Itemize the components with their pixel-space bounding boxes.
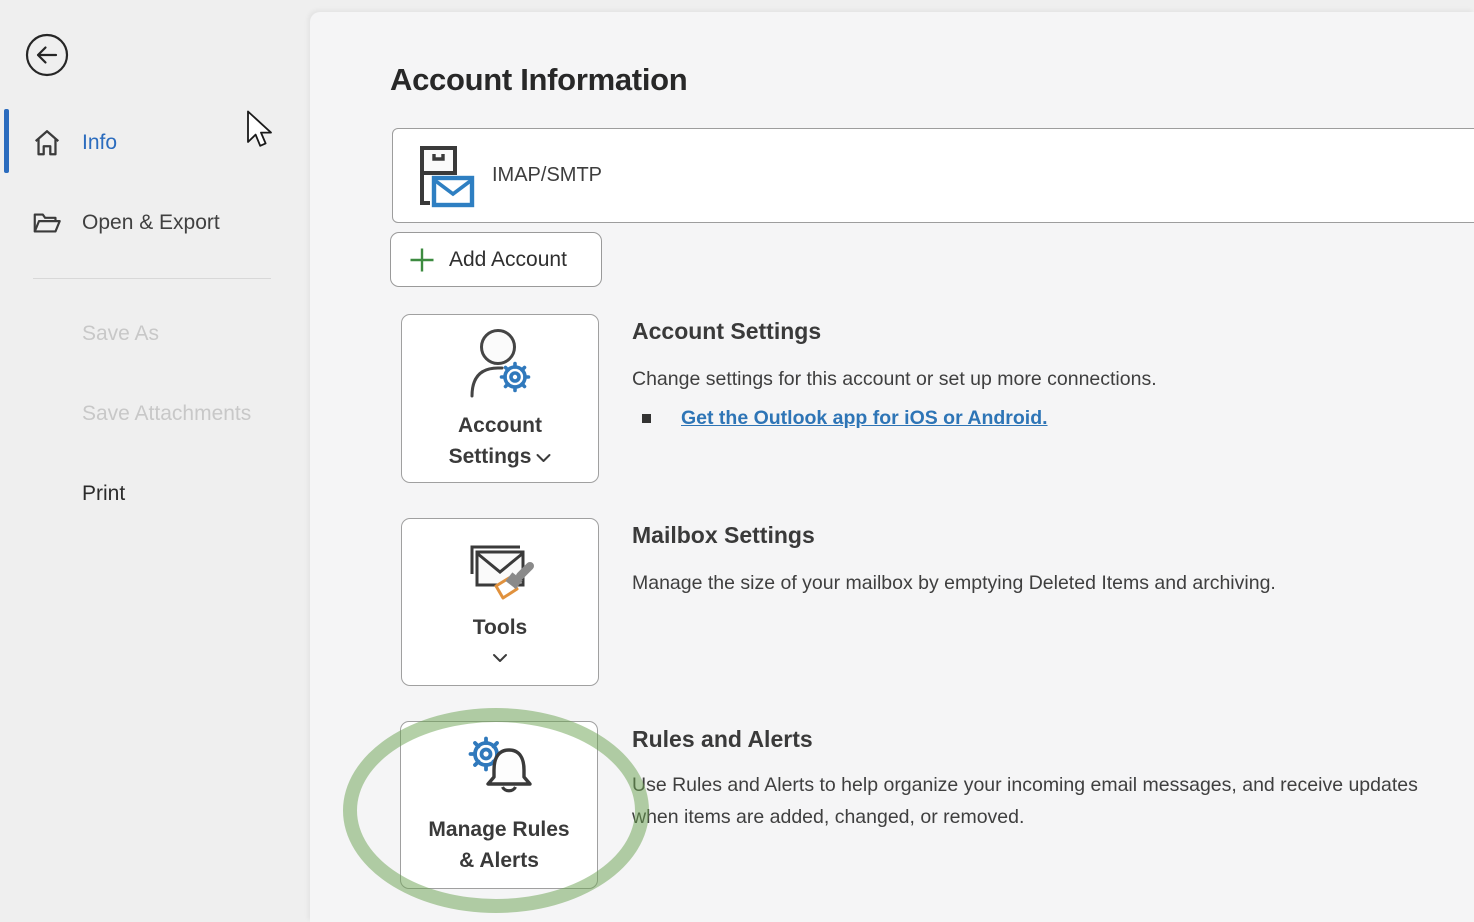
back-button[interactable] [25, 33, 69, 77]
backstage-sidebar: Info Open & Export Save As Save Attachme… [0, 0, 310, 922]
add-account-button[interactable]: Add Account [390, 232, 602, 287]
sidebar-item-save-as: Save As [82, 322, 159, 346]
section-heading: Account Settings [632, 318, 821, 345]
outlook-backstage: Info Open & Export Save As Save Attachme… [0, 0, 1474, 922]
plus-icon [407, 245, 437, 275]
chevron-down-icon [536, 453, 551, 463]
account-settings-button[interactable]: Account Settings [401, 314, 599, 483]
sidebar-divider [33, 278, 271, 279]
chevron-down-icon [492, 653, 508, 663]
sidebar-item-label: Info [82, 131, 117, 155]
account-type-label: IMAP/SMTP [492, 164, 602, 187]
sidebar-item-print[interactable]: Print [82, 482, 125, 506]
gear-bell-icon [453, 734, 545, 808]
sidebar-item-info[interactable]: Info [0, 108, 310, 178]
section-heading: Mailbox Settings [632, 522, 815, 549]
sidebar-item-save-attachments: Save Attachments [82, 402, 251, 426]
section-heading: Rules and Alerts [632, 726, 813, 753]
link-row: Get the Outlook app for iOS or Android. [642, 407, 1048, 430]
open-folder-icon [31, 207, 63, 239]
section-body: Manage the size of your mailbox by empty… [632, 567, 1276, 599]
account-selector[interactable]: IMAP/SMTP [392, 128, 1474, 223]
manage-rules-alerts-button[interactable]: Manage Rules & Alerts [400, 721, 598, 889]
add-account-label: Add Account [449, 248, 567, 272]
back-arrow-icon [25, 33, 69, 77]
mailbox-account-icon [409, 145, 475, 209]
tools-button[interactable]: Tools [401, 518, 599, 686]
page-title: Account Information [390, 62, 687, 98]
section-body: Use Rules and Alerts to help organize yo… [632, 769, 1460, 833]
sidebar-item-open-export[interactable]: Open & Export [0, 188, 310, 258]
tile-label: Account Settings [449, 410, 552, 472]
mail-cleanup-icon [460, 542, 540, 608]
section-body: Change settings for this account or set … [632, 363, 1157, 395]
account-information-panel: Account Information IMAP/SMTP A [310, 12, 1474, 922]
person-gear-icon [454, 326, 546, 404]
sidebar-item-label: Open & Export [82, 211, 220, 235]
tile-label: Manage Rules & Alerts [428, 814, 569, 876]
bullet-icon [642, 414, 651, 423]
get-outlook-app-link[interactable]: Get the Outlook app for iOS or Android. [681, 407, 1048, 430]
home-icon [31, 127, 63, 159]
tile-label: Tools [473, 612, 527, 643]
